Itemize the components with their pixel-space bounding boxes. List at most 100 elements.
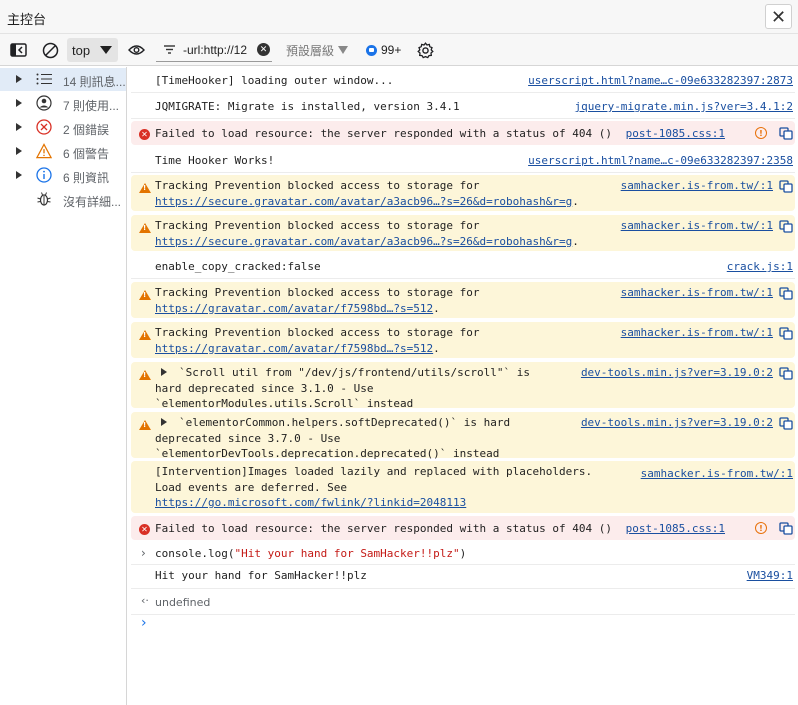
- expand-arrow-icon[interactable]: [16, 171, 22, 179]
- issues-button[interactable]: 99+: [366, 34, 401, 66]
- return-arrow-icon: ‹·: [141, 594, 149, 607]
- console-message: enable_copy_cracked:false crack.js:1: [131, 253, 795, 279]
- console-error-message: ✕ Failed to load resource: the server re…: [131, 121, 795, 145]
- sidebar-item-label: 6 則資訊: [63, 171, 110, 185]
- message-text: [TimeHooker] loading outer window...: [155, 74, 394, 87]
- message-source-link[interactable]: userscript.html?name…c-09e633282397:2358: [528, 153, 793, 169]
- message-link[interactable]: https://gravatar.com/avatar/f7598bd…?s=5…: [155, 302, 433, 315]
- message-link[interactable]: https://gravatar.com/avatar/f7598bd…?s=5…: [155, 342, 433, 355]
- message-source-link[interactable]: samhacker.is-from.tw/:1: [621, 285, 773, 301]
- filter-box[interactable]: ✕: [156, 38, 272, 62]
- console-warning-message: Tracking Prevention blocked access to st…: [131, 215, 795, 251]
- console-message: Time Hooker Works! userscript.html?name……: [131, 147, 795, 173]
- message-text: [Intervention]Images loaded lazily and r…: [155, 465, 593, 509]
- message-source-link[interactable]: samhacker.is-from.tw/:1: [621, 218, 773, 234]
- log-levels-dropdown[interactable]: 預設層級: [286, 34, 349, 66]
- eye-icon: [128, 45, 145, 55]
- error-icon: ✕: [139, 129, 150, 140]
- issue-warning-icon[interactable]: !: [755, 522, 767, 534]
- chevron-right-icon: ›: [141, 615, 147, 631]
- console-intervention-message: [Intervention]Images loaded lazily and r…: [131, 461, 795, 513]
- issues-icon: [366, 44, 377, 56]
- search-web-icon[interactable]: [779, 287, 793, 300]
- search-web-icon[interactable]: [779, 180, 793, 193]
- log-levels-label: 預設層級: [286, 43, 335, 58]
- clear-console-button[interactable]: [42, 34, 59, 66]
- message-source-link[interactable]: post-1085.css:1: [626, 521, 725, 537]
- message-text: Hit your hand for SamHacker!!plz: [155, 569, 367, 582]
- expand-arrow-icon[interactable]: [161, 418, 167, 426]
- search-web-icon[interactable]: [779, 220, 793, 233]
- message-link[interactable]: https://secure.gravatar.com/avatar/a3acb…: [155, 235, 572, 248]
- sidebar-item-verbose[interactable]: 沒有詳細...: [0, 188, 126, 211]
- toggle-sidebar-button[interactable]: [10, 34, 27, 66]
- sidebar-item-label: 6 個警告: [63, 147, 110, 161]
- console-message: Hit your hand for SamHacker!!plz VM349:1: [131, 565, 795, 589]
- clear-filter-icon[interactable]: ✕: [257, 43, 270, 56]
- expand-arrow-icon[interactable]: [16, 147, 22, 155]
- message-text: Tracking Prevention blocked access to st…: [155, 219, 579, 248]
- search-web-icon[interactable]: [779, 417, 793, 430]
- sidebar-item-warnings[interactable]: 6 個警告: [0, 140, 126, 163]
- sidebar-item-label: 7 則使用...: [63, 99, 120, 113]
- message-source-link[interactable]: samhacker.is-from.tw/:1: [621, 325, 773, 341]
- message-source-link[interactable]: post-1085.css:1: [626, 126, 725, 142]
- console-warning-message: Tracking Prevention blocked access to st…: [131, 282, 795, 318]
- message-source-link[interactable]: crack.js:1: [727, 259, 793, 275]
- sidebar-item-info[interactable]: 6 則資訊: [0, 164, 126, 187]
- title-bar: 主控台 ✕: [0, 0, 798, 34]
- sidebar-item-user-messages[interactable]: 7 則使用...: [0, 92, 126, 115]
- message-text: Failed to load resource: the server resp…: [155, 127, 612, 140]
- filter-icon: [164, 45, 175, 54]
- expand-arrow-icon[interactable]: [16, 75, 22, 83]
- issue-warning-icon[interactable]: !: [755, 127, 767, 139]
- close-icon: ✕: [770, 6, 787, 27]
- console-warning-message: `Scroll util from "/dev/js/frontend/util…: [131, 362, 795, 410]
- search-web-icon[interactable]: [779, 327, 793, 340]
- sidebar-item-label: 14 則訊息...: [63, 75, 126, 89]
- warning-icon: [139, 420, 151, 430]
- bug-icon: [36, 191, 52, 207]
- message-source-link[interactable]: samhacker.is-from.tw/:1: [621, 178, 773, 194]
- sidebar-item-label: 2 個錯誤: [63, 123, 110, 137]
- panel-title: 主控台: [7, 12, 47, 27]
- console-warning-message: Tracking Prevention blocked access to st…: [131, 175, 795, 211]
- console-toolbar: top ✕ 預設層級 99+: [0, 34, 798, 66]
- message-source-link[interactable]: VM349:1: [747, 568, 793, 584]
- context-selector[interactable]: top: [67, 38, 118, 62]
- sidebar-item-errors[interactable]: 2 個錯誤: [0, 116, 126, 139]
- message-source-link[interactable]: dev-tools.min.js?ver=3.19.0:2: [581, 415, 773, 431]
- error-icon: [36, 119, 52, 135]
- console-output: [TimeHooker] loading outer window... use…: [128, 67, 798, 705]
- close-button[interactable]: ✕: [765, 4, 792, 29]
- search-web-icon[interactable]: [779, 367, 793, 380]
- chevron-down-icon: [100, 46, 112, 54]
- gear-icon: [417, 41, 434, 58]
- filter-input[interactable]: [183, 42, 257, 57]
- sidebar-item-messages[interactable]: 14 則訊息...: [0, 68, 126, 91]
- warning-icon: [139, 223, 151, 233]
- message-source-link[interactable]: userscript.html?name…c-09e633282397:2873: [528, 73, 793, 89]
- message-text: JQMIGRATE: Migrate is installed, version…: [155, 100, 460, 113]
- live-expression-button[interactable]: [128, 34, 145, 66]
- message-link[interactable]: https://secure.gravatar.com/avatar/a3acb…: [155, 195, 572, 208]
- message-source-link[interactable]: samhacker.is-from.tw/:1: [641, 466, 793, 482]
- console-prompt[interactable]: ›: [131, 615, 795, 639]
- message-text: Failed to load resource: the server resp…: [155, 522, 612, 535]
- message-source-link[interactable]: jquery-migrate.min.js?ver=3.4.1:2: [574, 99, 793, 115]
- message-link[interactable]: https://go.microsoft.com/fwlink/?linkid=…: [155, 496, 466, 509]
- context-selector-value: top: [72, 42, 91, 58]
- warning-icon: [139, 330, 151, 340]
- command-text: console.log("Hit your hand for SamHacker…: [155, 547, 467, 560]
- expand-arrow-icon[interactable]: [16, 123, 22, 131]
- expand-arrow-icon[interactable]: [161, 368, 167, 376]
- warning-icon: [139, 290, 151, 300]
- expand-arrow-icon[interactable]: [16, 99, 22, 107]
- list-icon: [36, 71, 52, 87]
- search-web-icon[interactable]: [779, 522, 793, 535]
- message-text: Tracking Prevention blocked access to st…: [155, 179, 579, 208]
- search-web-icon[interactable]: [779, 127, 793, 140]
- console-settings-button[interactable]: [417, 34, 434, 66]
- console-warning-message: Tracking Prevention blocked access to st…: [131, 322, 795, 358]
- message-source-link[interactable]: dev-tools.min.js?ver=3.19.0:2: [581, 365, 773, 381]
